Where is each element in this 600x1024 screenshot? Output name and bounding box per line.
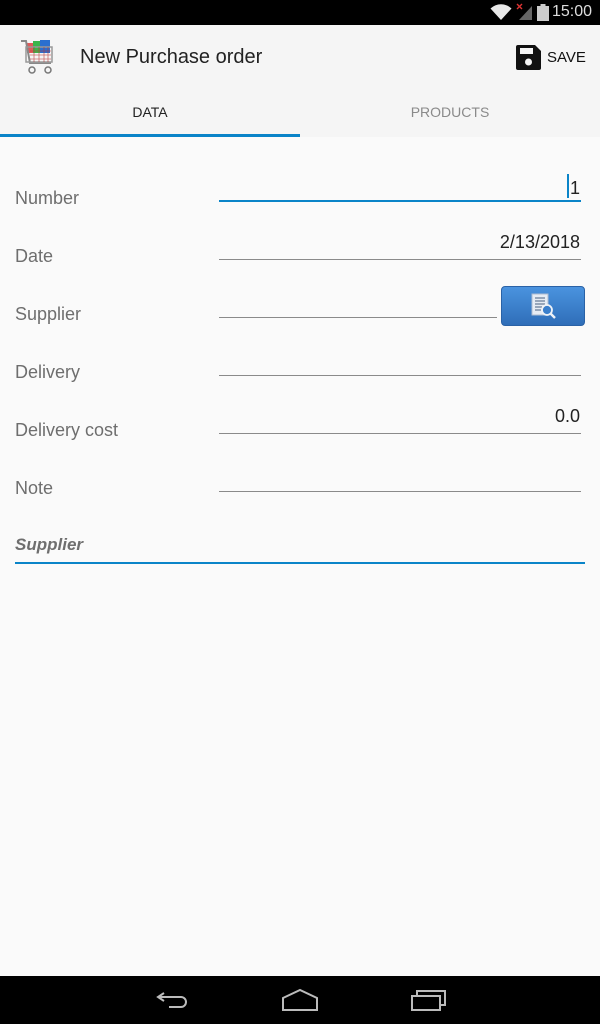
form-row-delivery-cost: Delivery cost 0.0 <box>0 400 600 458</box>
tab-label: DATA <box>132 104 168 120</box>
text-cursor <box>566 174 569 198</box>
delivery-label: Delivery <box>15 362 81 382</box>
shopping-cart-icon <box>21 40 53 74</box>
note-input[interactable] <box>219 458 581 492</box>
number-label: Number <box>15 188 80 208</box>
status-bar: 15:00 <box>0 0 600 25</box>
tab-label: PRODUCTS <box>410 104 490 120</box>
form-row-number: Number 1 <box>0 168 600 226</box>
supplier-label: Supplier <box>15 304 82 324</box>
status-time: 15:00 <box>551 3 592 20</box>
save-button[interactable]: SAVE <box>516 43 586 71</box>
date-input[interactable]: 2/13/2018 <box>219 226 581 260</box>
signal-icon <box>516 3 532 20</box>
form-row-delivery: Delivery <box>0 342 600 400</box>
delivery-input[interactable] <box>219 342 581 376</box>
wifi-icon <box>490 4 512 20</box>
date-label: Date <box>15 246 54 266</box>
back-icon[interactable] <box>155 988 189 1012</box>
document-search-icon <box>531 293 556 319</box>
home-icon[interactable] <box>282 988 318 1012</box>
page-title: New Purchase order <box>80 46 263 68</box>
recent-apps-icon[interactable] <box>411 988 447 1012</box>
floppy-disk-icon <box>516 44 541 70</box>
battery-icon <box>537 4 549 21</box>
delivery-cost-input[interactable]: 0.0 <box>219 400 581 434</box>
note-label: Note <box>15 478 54 498</box>
save-label: SAVE <box>547 48 586 66</box>
form-row-note: Note <box>0 458 600 516</box>
tab-products[interactable]: PRODUCTS <box>300 90 600 137</box>
app-bar: New Purchase order SAVE <box>0 25 600 90</box>
tab-indicator <box>0 134 300 137</box>
supplier-section-header: Supplier <box>15 535 84 554</box>
navigation-bar <box>0 976 600 1024</box>
delivery-cost-label: Delivery cost <box>15 420 119 440</box>
number-input[interactable]: 1 <box>219 168 581 202</box>
supplier-input[interactable] <box>219 284 497 318</box>
tab-data[interactable]: DATA <box>0 90 300 137</box>
form-row-date: Date 2/13/2018 <box>0 226 600 284</box>
supplier-lookup-button[interactable] <box>501 286 585 326</box>
section-divider <box>15 562 585 564</box>
tab-bar: DATA PRODUCTS <box>0 90 600 137</box>
